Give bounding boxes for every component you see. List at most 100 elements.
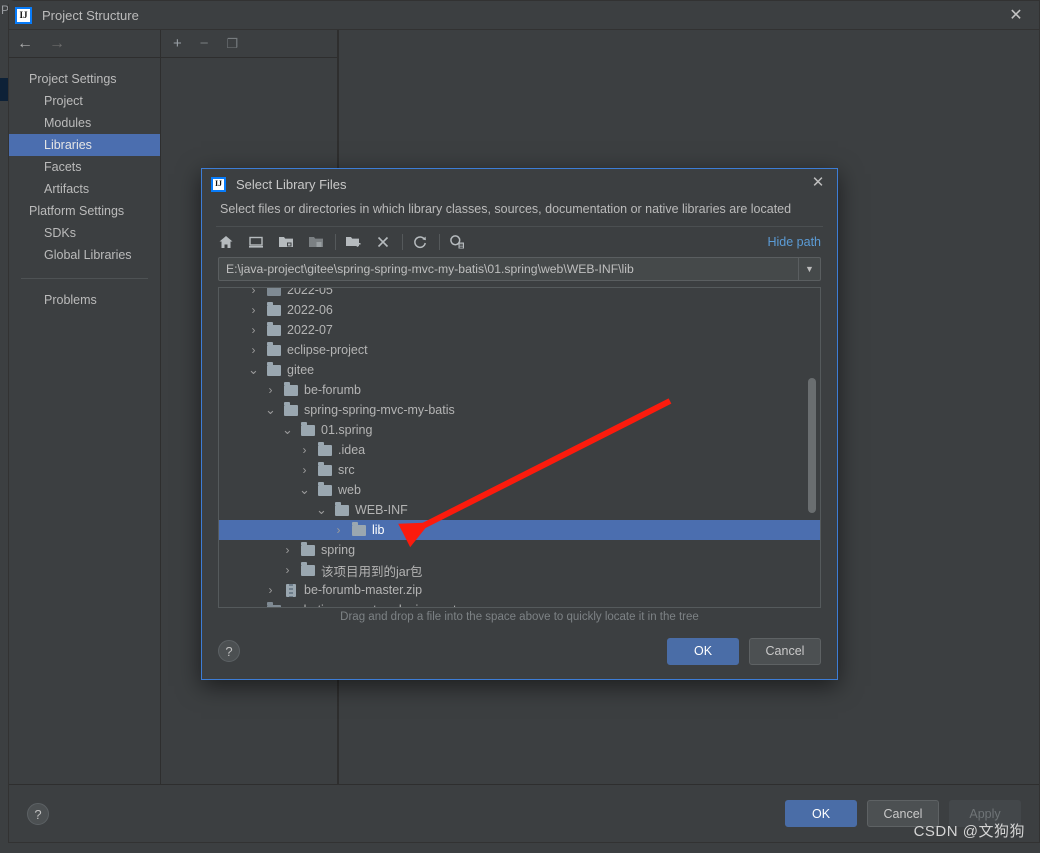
tree-row[interactable]: › .idea	[219, 440, 820, 460]
tree-row[interactable]: ⌄ spring-spring-mvc-my-batis	[219, 400, 820, 420]
toolbar-divider	[335, 234, 336, 250]
drag-drop-hint: Drag and drop a file into the space abov…	[340, 611, 699, 623]
path-field[interactable]: E:\java-project\gitee\spring-spring-mvc-…	[218, 257, 821, 281]
window-titlebar: IJ Project Structure ✕	[9, 1, 1039, 30]
tree-row-label: src	[338, 463, 355, 477]
sidebar-item-modules[interactable]: Modules	[9, 112, 160, 134]
toolbar-divider	[439, 234, 440, 250]
module-folder-icon[interactable]	[308, 234, 324, 250]
sidebar-item-list: Project Settings Project Modules Librari…	[9, 58, 160, 311]
sidebar-item-sdks[interactable]: SDKs	[9, 222, 160, 244]
path-row: E:\java-project\gitee\spring-spring-mvc-…	[202, 257, 837, 287]
chevron-right-icon[interactable]: ›	[298, 463, 311, 477]
toolbar-divider	[402, 234, 403, 250]
tree-row[interactable]: ⌄ web	[219, 480, 820, 500]
plus-icon[interactable]: +	[173, 36, 182, 51]
dialog-title: Select Library Files	[236, 176, 347, 192]
chevron-right-icon[interactable]: ›	[247, 603, 260, 607]
tree-row[interactable]: ⌄ 01.spring	[219, 420, 820, 440]
chevron-down-icon[interactable]: ▼	[798, 258, 820, 280]
chevron-down-icon[interactable]: ⌄	[315, 502, 328, 518]
tree-row[interactable]: › 该项目用到的jar包	[219, 560, 820, 580]
tree-row[interactable]: › eclipse-project	[219, 340, 820, 360]
chevron-down-icon[interactable]: ⌄	[264, 402, 277, 418]
arrow-left-icon[interactable]: ←	[17, 35, 33, 52]
sidebar-item-artifacts[interactable]: Artifacts	[9, 178, 160, 200]
tree-row[interactable]: › be-forumb	[219, 380, 820, 400]
tree-row[interactable]: › 2022-06	[219, 300, 820, 320]
folder-icon	[318, 481, 332, 496]
delete-icon[interactable]	[375, 234, 391, 250]
folder-icon	[335, 501, 349, 516]
sidebar-item-global-libraries[interactable]: Global Libraries	[9, 244, 160, 266]
tree-row-label: spring-spring-mvc-my-batis	[304, 403, 455, 417]
dialog-titlebar: IJ Select Library Files ✕	[202, 169, 837, 199]
tree-row[interactable]: › 2022-05	[219, 288, 820, 300]
home-icon[interactable]	[218, 234, 234, 250]
tree-row[interactable]: ⌄ WEB-INF	[219, 500, 820, 520]
project-folder-icon[interactable]	[278, 234, 294, 250]
chevron-right-icon[interactable]: ›	[298, 443, 311, 457]
path-input[interactable]: E:\java-project\gitee\spring-spring-mvc-…	[219, 262, 798, 276]
dialog-footer-buttons: OK Cancel	[667, 637, 821, 665]
tree-row[interactable]: › lib	[219, 520, 820, 540]
show-hidden-icon[interactable]	[449, 234, 465, 250]
folder-icon	[318, 441, 332, 456]
chevron-right-icon[interactable]: ›	[264, 583, 277, 597]
window-footer: ? OK Cancel Apply CSDN @文狗狗	[9, 784, 1039, 842]
minus-icon[interactable]: −	[200, 36, 209, 51]
tree-row-label: WEB-INF	[355, 503, 408, 517]
file-tree[interactable]: › 2022-05 › 2022-06 › 2022-07 › eclipse-project…	[218, 287, 821, 608]
folder-icon	[267, 288, 281, 296]
tree-row[interactable]: ⌄ gitee	[219, 360, 820, 380]
tree-row-label: eclipse-project	[287, 343, 368, 357]
folder-icon	[301, 541, 315, 556]
tree-row[interactable]: › spring	[219, 540, 820, 560]
file-tree-rows: › 2022-05 › 2022-06 › 2022-07 › eclipse-project…	[219, 288, 820, 607]
intellij-logo-icon: IJ	[15, 6, 32, 24]
dialog-toolbar: Hide path	[202, 227, 837, 257]
sidebar-item-problems[interactable]: Problems	[9, 289, 160, 311]
desktop-icon[interactable]	[248, 234, 264, 250]
folder-icon	[267, 321, 281, 336]
chevron-right-icon[interactable]: ›	[247, 303, 260, 317]
folder-icon	[284, 381, 298, 396]
tree-scrollbar-thumb[interactable]	[808, 378, 816, 513]
sidebar-item-facets[interactable]: Facets	[9, 156, 160, 178]
arrow-right-icon[interactable]: →	[49, 35, 65, 52]
ok-button[interactable]: OK	[667, 637, 739, 665]
chevron-right-icon[interactable]: ›	[247, 288, 260, 297]
chevron-right-icon[interactable]: ›	[264, 383, 277, 397]
new-folder-icon[interactable]	[345, 234, 361, 250]
tree-row[interactable]: › mybatis-generator-plugin-master	[219, 600, 820, 607]
folder-icon	[318, 461, 332, 476]
chevron-right-icon[interactable]: ›	[247, 323, 260, 337]
close-icon[interactable]: ✕	[809, 174, 827, 192]
dialog-footer: ? OK Cancel	[202, 623, 837, 679]
hide-path-link[interactable]: Hide path	[767, 235, 821, 249]
chevron-down-icon[interactable]: ⌄	[247, 362, 260, 378]
chevron-down-icon[interactable]: ⌄	[281, 422, 294, 438]
chevron-right-icon[interactable]: ›	[332, 523, 345, 537]
refresh-icon[interactable]	[412, 234, 428, 250]
tree-row[interactable]: › be-forumb-master.zip	[219, 580, 820, 600]
chevron-right-icon[interactable]: ›	[281, 543, 294, 557]
intellij-logo-icon: IJ	[211, 176, 226, 192]
sidebar-item-project[interactable]: Project	[9, 90, 160, 112]
chevron-down-icon[interactable]: ⌄	[298, 482, 311, 498]
tree-scrollbar-track[interactable]	[808, 290, 818, 605]
sidebar-nav-toolbar: ← →	[9, 30, 160, 58]
chevron-right-icon[interactable]: ›	[247, 343, 260, 357]
tree-row[interactable]: › 2022-07	[219, 320, 820, 340]
tree-row[interactable]: › src	[219, 460, 820, 480]
ok-button[interactable]: OK	[785, 800, 857, 827]
close-icon[interactable]: ✕	[1007, 7, 1025, 25]
sidebar-group-project-settings: Project Settings	[29, 72, 117, 86]
libraries-toolbar: + − ❐	[161, 30, 337, 58]
cancel-button[interactable]: Cancel	[749, 637, 821, 665]
chevron-right-icon[interactable]: ›	[281, 563, 294, 577]
copy-icon[interactable]: ❐	[227, 37, 239, 50]
help-icon[interactable]: ?	[218, 640, 240, 662]
sidebar-item-libraries[interactable]: Libraries	[9, 134, 160, 156]
help-icon[interactable]: ?	[27, 802, 49, 825]
